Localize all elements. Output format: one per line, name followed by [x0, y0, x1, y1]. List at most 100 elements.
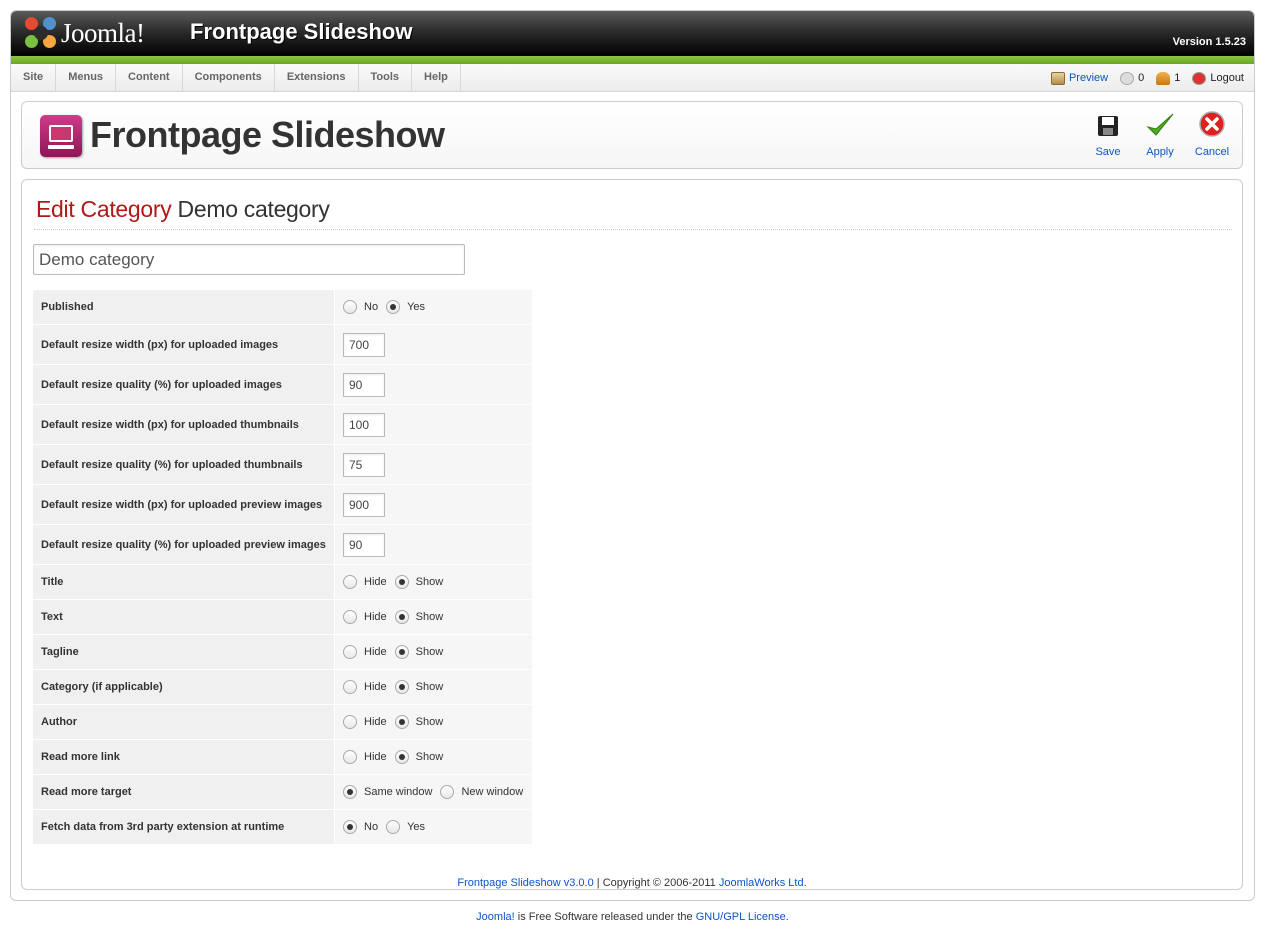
edit-heading: Edit Category Demo category	[36, 196, 330, 223]
radio-button[interactable]	[394, 750, 409, 764]
menu-item-menus[interactable]: Menus	[56, 64, 117, 92]
param-text-input[interactable]	[343, 412, 385, 437]
param-value	[335, 525, 532, 565]
radio-button[interactable]	[343, 750, 357, 764]
radio-group: Hide Show	[343, 575, 532, 589]
license-link[interactable]: GNU/GPL License.	[696, 911, 789, 923]
radio-label: Hide	[364, 751, 387, 763]
logout-label: Logout	[1210, 72, 1244, 84]
menu-item-help[interactable]: Help	[412, 64, 461, 92]
menu-item-extensions[interactable]: Extensions	[275, 64, 359, 92]
radio-button[interactable]	[343, 575, 357, 589]
param-label: Tagline	[33, 635, 335, 670]
radio-button[interactable]	[343, 610, 357, 624]
param-value: Hide Show	[335, 600, 532, 635]
param-row: Default resize quality (%) for uploaded …	[33, 445, 532, 485]
header-bar: Joomla! Frontpage Slideshow Version 1.5.…	[11, 11, 1254, 64]
cancel-label: Cancel	[1194, 146, 1230, 158]
param-text-input[interactable]	[343, 452, 385, 477]
param-value: Same window New window	[335, 775, 532, 810]
radio-button[interactable]	[394, 575, 409, 589]
cancel-button[interactable]: Cancel	[1186, 110, 1238, 158]
radio-group: No Yes	[343, 820, 532, 834]
save-icon	[1092, 110, 1124, 142]
param-value: Hide Show	[335, 565, 532, 600]
checkmark-icon	[1144, 110, 1176, 142]
radio-button[interactable]	[394, 715, 409, 729]
param-row: Default resize width (px) for uploaded i…	[33, 325, 532, 365]
param-value	[335, 365, 532, 405]
menu-item-tools[interactable]: Tools	[359, 64, 413, 92]
menu-bar: Site Menus Content Components Extensions…	[11, 64, 1254, 92]
param-row: Category (if applicable) Hide Show	[33, 670, 532, 705]
radio-group: Hide Show	[343, 750, 532, 764]
param-value: Hide Show	[335, 670, 532, 705]
radio-button[interactable]	[440, 785, 455, 799]
apply-button[interactable]: Apply	[1134, 110, 1186, 158]
param-text-input[interactable]	[343, 372, 385, 397]
radio-button[interactable]	[394, 680, 409, 694]
param-row: Author Hide Show	[33, 705, 532, 740]
apply-label: Apply	[1146, 146, 1174, 158]
messages-icon	[1120, 71, 1135, 85]
param-row: Title Hide Show	[33, 565, 532, 600]
users-count[interactable]: 1	[1156, 71, 1181, 85]
heading-divider	[34, 229, 1232, 230]
radio-button[interactable]	[343, 300, 357, 314]
param-row: Default resize width (px) for uploaded t…	[33, 405, 532, 445]
users-count-value: 1	[1174, 72, 1181, 84]
radio-label: Hide	[364, 611, 387, 623]
param-label: Published	[33, 290, 335, 325]
save-label: Save	[1095, 146, 1121, 158]
radio-button[interactable]	[386, 820, 401, 834]
radio-button[interactable]	[386, 300, 401, 314]
toolbar-box: Frontpage Slideshow Save Apply Cancel	[21, 101, 1243, 169]
messages-count[interactable]: 0	[1120, 71, 1145, 85]
radio-button[interactable]	[343, 820, 357, 834]
param-row: Default resize width (px) for uploaded p…	[33, 485, 532, 525]
product-link[interactable]: Frontpage Slideshow v3.0.0	[457, 877, 593, 889]
company-link[interactable]: JoomlaWorks Ltd.	[719, 877, 807, 889]
menu-item-content[interactable]: Content	[116, 64, 183, 92]
param-text-input[interactable]	[343, 492, 385, 517]
param-text-input[interactable]	[343, 532, 385, 557]
copyright-text: | Copyright © 2006-2011	[593, 877, 719, 889]
param-row: Fetch data from 3rd party extension at r…	[33, 810, 532, 845]
radio-label: Yes	[407, 301, 426, 313]
app-title: Frontpage Slideshow	[190, 19, 413, 44]
preview-link[interactable]: Preview	[1050, 71, 1109, 85]
param-label: Default resize width (px) for uploaded p…	[33, 485, 335, 525]
logout-link[interactable]: Logout	[1192, 71, 1244, 85]
param-row: Tagline Hide Show	[33, 635, 532, 670]
footer-text: is Free Software released under the	[514, 911, 696, 923]
menu-item-components[interactable]: Components	[183, 64, 275, 92]
category-name-input[interactable]	[33, 244, 465, 275]
content-box: Edit Category Demo category Published No Y…	[21, 179, 1243, 890]
admin-window: Joomla! Frontpage Slideshow Version 1.5.…	[10, 10, 1255, 901]
radio-button[interactable]	[343, 785, 357, 799]
slideshow-icon	[40, 115, 82, 157]
param-value	[335, 445, 532, 485]
radio-button[interactable]	[343, 645, 357, 659]
radio-group: No Yes	[343, 300, 532, 314]
radio-group: Hide Show	[343, 680, 532, 694]
preview-label: Preview	[1068, 72, 1109, 84]
radio-button[interactable]	[343, 680, 357, 694]
header-green-stripe	[11, 56, 1254, 64]
messages-count-value: 0	[1138, 72, 1145, 84]
radio-label: Hide	[364, 646, 387, 658]
status-area: Preview 0 1 Logout	[1050, 64, 1244, 92]
footer: Joomla! is Free Software released under …	[0, 911, 1265, 923]
radio-button[interactable]	[343, 715, 357, 729]
param-label: Default resize quality (%) for uploaded …	[33, 445, 335, 485]
param-text-input[interactable]	[343, 332, 385, 357]
radio-label: Yes	[407, 821, 426, 833]
radio-button[interactable]	[394, 610, 409, 624]
menu-item-site[interactable]: Site	[11, 64, 57, 92]
save-button[interactable]: Save	[1082, 110, 1134, 158]
param-value	[335, 485, 532, 525]
param-row: Published No Yes	[33, 290, 532, 325]
param-row: Read more link Hide Show	[33, 740, 532, 775]
radio-button[interactable]	[394, 645, 409, 659]
joomla-link[interactable]: Joomla!	[476, 911, 515, 923]
